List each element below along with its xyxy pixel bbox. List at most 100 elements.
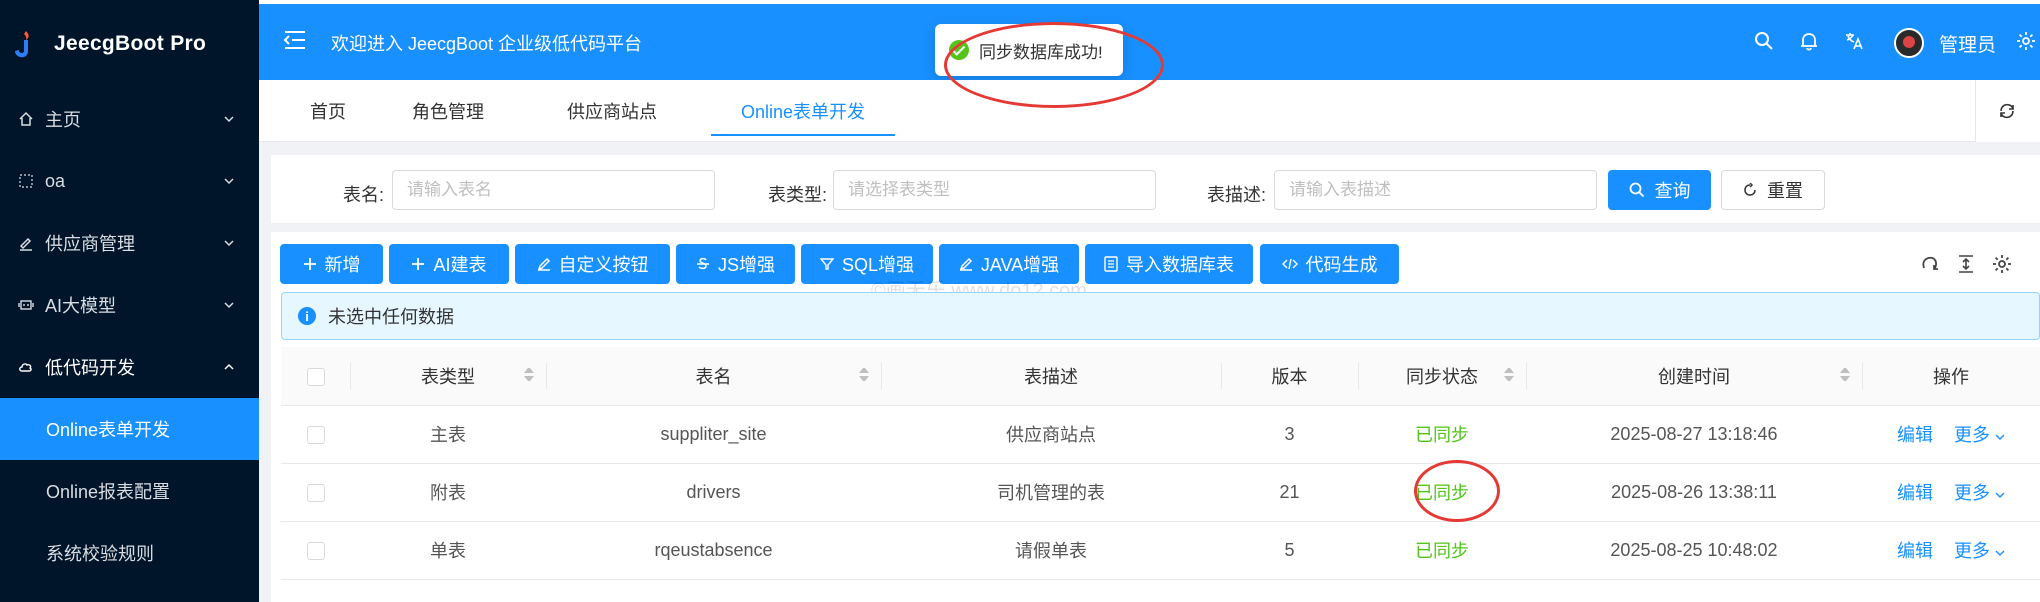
add-label: 新增	[324, 255, 361, 275]
column-header-name[interactable]: 表名	[546, 347, 881, 406]
more-dropdown[interactable]: 更多	[1954, 541, 2005, 561]
edit-link[interactable]: 编辑	[1897, 425, 1933, 445]
sidebar-item-home[interactable]: 主页	[0, 88, 259, 150]
welcome-text: 欢迎进入 JeecgBoot 企业级低代码平台	[331, 34, 643, 54]
tab-online-form[interactable]: Online表单开发	[710, 80, 896, 142]
tab-home[interactable]: 首页	[310, 80, 346, 142]
js-enhance-button[interactable]: JS增强	[676, 244, 795, 284]
row-checkbox[interactable]	[281, 463, 350, 522]
tab-bar: 首页 角色管理 供应商站点 Online表单开发	[259, 80, 2040, 142]
menu-fold-icon[interactable]	[283, 30, 307, 55]
table-desc-input[interactable]	[1274, 170, 1597, 210]
logo[interactable]: JeecgBoot Pro	[0, 0, 259, 88]
query-button[interactable]: 查询	[1608, 170, 1711, 210]
cell-desc: 供应商站点	[881, 405, 1221, 464]
column-header-desc: 表描述	[881, 347, 1221, 406]
more-dropdown[interactable]: 更多	[1954, 483, 2005, 503]
home-icon	[17, 110, 35, 128]
sidebar-item-ai-model[interactable]: AI大模型	[0, 274, 259, 336]
sort-icon[interactable]	[1840, 368, 1850, 381]
toast-message: 同步数据库成功!	[979, 42, 1103, 62]
sort-icon[interactable]	[1504, 368, 1514, 381]
search-icon[interactable]	[1753, 30, 1775, 52]
cell-sync-status: 已同步	[1358, 405, 1526, 464]
reload-icon	[1744, 183, 1756, 196]
sidebar-item-label: 低代码开发	[45, 358, 135, 378]
sidebar-subitem-validation-rules[interactable]: 系统校验规则	[0, 522, 259, 584]
import-db-table-button[interactable]: 导入数据库表	[1085, 244, 1253, 284]
translate-icon[interactable]	[1843, 30, 1865, 52]
sidebar-subitem-online-report[interactable]: Online报表配置	[0, 460, 259, 522]
brush-icon	[17, 234, 35, 252]
code-generate-button[interactable]: 代码生成	[1260, 244, 1399, 284]
table-panel: 新增 AI建表 自定义按钮 JS增强 SQL增强 JAVA增强 导入数据库表 代…	[271, 232, 2040, 602]
row-checkbox[interactable]	[281, 521, 350, 580]
tab-label: 首页	[310, 102, 346, 122]
plus-icon	[303, 257, 317, 271]
chevron-down-icon	[1995, 492, 2005, 498]
cell-name: rqeustabsence	[546, 521, 881, 580]
alert-message: 未选中任何数据	[328, 307, 454, 327]
header-top-line	[259, 0, 2040, 4]
header-label: 表名	[695, 366, 732, 387]
edit-link[interactable]: 编辑	[1897, 541, 1933, 561]
tab-label: Online表单开发	[741, 102, 866, 122]
check-circle-icon	[949, 40, 969, 60]
column-header-sync-status[interactable]: 同步状态	[1358, 347, 1526, 406]
cell-actions: 编辑 更多	[1862, 405, 2040, 464]
info-circle-icon: i	[298, 307, 316, 325]
user-name[interactable]: 管理员	[1939, 30, 1996, 57]
table-name-input[interactable]	[392, 170, 715, 210]
cell-desc: 请假单表	[881, 521, 1221, 580]
edit-icon	[959, 257, 973, 271]
more-label: 更多	[1954, 483, 1990, 503]
cell-created: 2025-08-25 10:48:02	[1526, 521, 1862, 580]
row-checkbox[interactable]	[281, 405, 350, 464]
avatar[interactable]	[1894, 28, 1924, 58]
cell-actions: 编辑 更多	[1862, 463, 2040, 522]
table-type-select[interactable]	[833, 170, 1156, 210]
cell-sync-status: 已同步	[1358, 521, 1526, 580]
cell-version: 5	[1221, 521, 1358, 580]
ai-build-table-button[interactable]: AI建表	[389, 244, 509, 284]
settings-icon[interactable]	[2015, 30, 2037, 52]
tab-supplier-site[interactable]: 供应商站点	[567, 80, 657, 142]
cell-name: suppliter_site	[546, 405, 881, 464]
column-header-created[interactable]: 创建时间	[1526, 347, 1862, 406]
refresh-icon[interactable]	[1998, 102, 2016, 125]
sort-icon[interactable]	[524, 368, 534, 381]
chevron-down-icon	[1995, 434, 2005, 440]
cloud-icon	[17, 358, 35, 376]
sidebar-item-oa[interactable]: oa	[0, 150, 259, 212]
tab-label: 供应商站点	[567, 102, 657, 122]
sidebar-subitem-online-form[interactable]: Online表单开发	[0, 398, 259, 460]
tab-role-management[interactable]: 角色管理	[412, 80, 484, 142]
select-all-checkbox[interactable]	[281, 347, 350, 406]
model-icon	[17, 296, 35, 314]
column-header-type[interactable]: 表类型	[350, 347, 546, 406]
status-badge: 已同步	[1415, 425, 1469, 445]
edit-link[interactable]: 编辑	[1897, 483, 1933, 503]
bell-icon[interactable]	[1798, 30, 1820, 52]
add-button[interactable]: 新增	[280, 244, 383, 284]
settings-icon[interactable]	[1990, 252, 2014, 276]
redo-icon[interactable]	[1918, 252, 1942, 276]
reset-button[interactable]: 重置	[1721, 170, 1825, 210]
cell-desc: 司机管理的表	[881, 463, 1221, 522]
grid-icon	[17, 172, 35, 190]
header-label: 同步状态	[1406, 366, 1478, 387]
table-name-label: 表名:	[343, 185, 385, 205]
more-dropdown[interactable]: 更多	[1954, 425, 2005, 445]
logo-icon	[14, 29, 36, 59]
column-height-icon[interactable]	[1954, 252, 1978, 276]
header-label: 操作	[1933, 366, 1969, 387]
custom-button-button[interactable]: 自定义按钮	[515, 244, 670, 284]
table-row: 主表 suppliter_site 供应商站点 3 已同步 2025-08-27…	[281, 405, 2040, 464]
sort-icon[interactable]	[859, 368, 869, 381]
sidebar-item-lowcode[interactable]: 低代码开发	[0, 336, 259, 398]
data-table: 表类型 表名 表描述 版本 同步状态 创建时间 操作 主表 suppliter_…	[281, 347, 2040, 580]
column-header-version: 版本	[1221, 347, 1358, 406]
plus-icon	[411, 257, 425, 271]
sidebar-item-supplier[interactable]: 供应商管理	[0, 212, 259, 274]
sidebar-item-label: AI大模型	[45, 296, 117, 316]
